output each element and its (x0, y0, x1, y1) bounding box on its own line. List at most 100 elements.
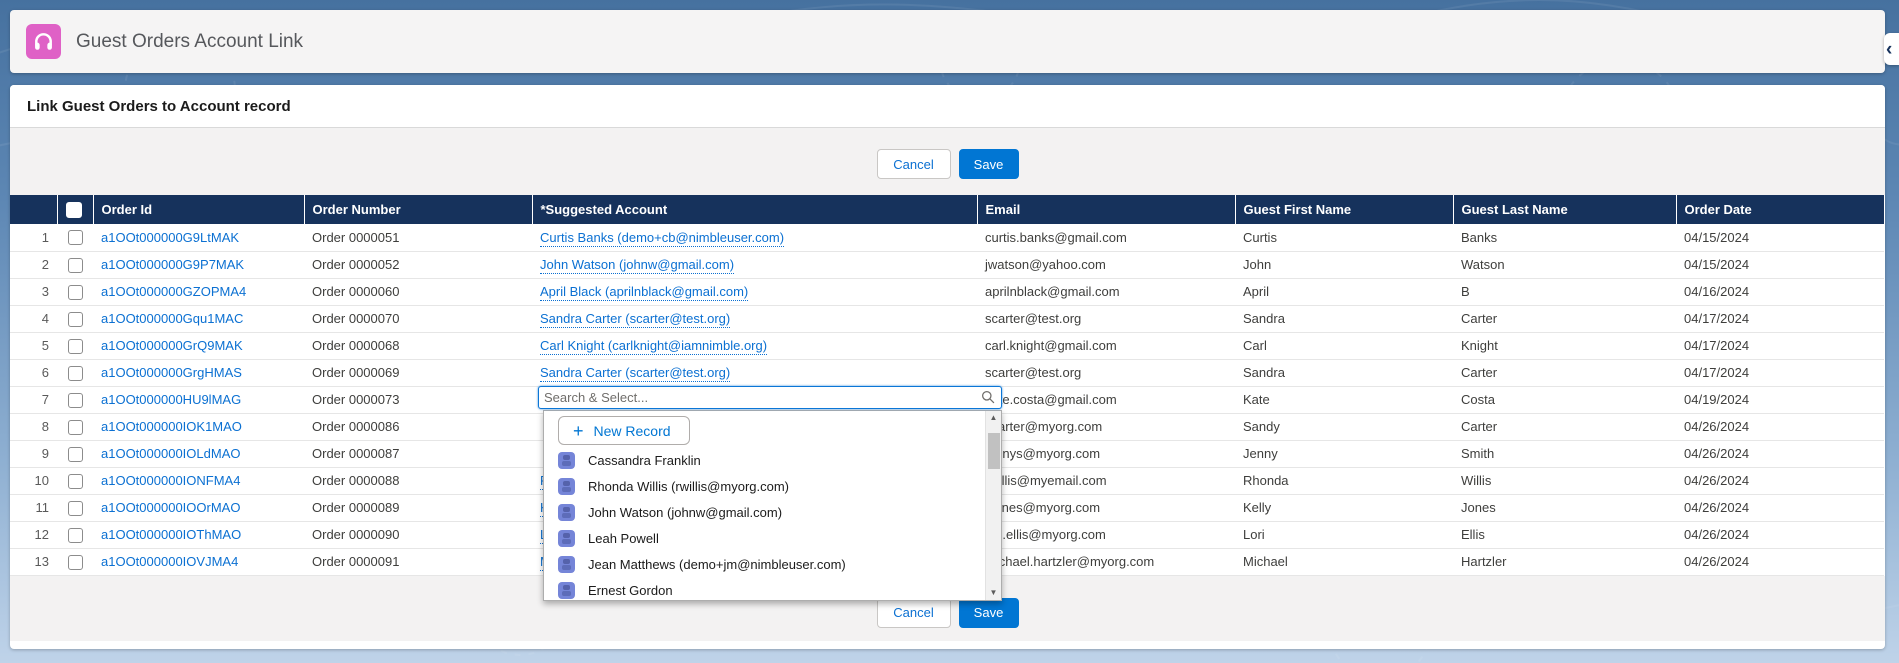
order-date-cell: 04/16/2024 (1676, 278, 1884, 305)
row-checkbox[interactable] (68, 474, 83, 489)
order-id-cell: a1OOt000000HU9lMAG (93, 386, 304, 413)
guest-first-name-cell: Kate (1235, 386, 1453, 413)
lookup-option[interactable]: Leah Powell (544, 525, 985, 551)
suggested-account-link[interactable]: Carl Knight (carlknight@iamnimble.org) (540, 338, 767, 355)
order-number-cell: Order 0000070 (304, 305, 532, 332)
save-button-bottom[interactable]: Save (959, 598, 1019, 628)
order-number-cell: Order 0000060 (304, 278, 532, 305)
order-date-cell: 04/15/2024 (1676, 251, 1884, 278)
scroll-up-icon[interactable]: ▲ (990, 411, 998, 425)
row-checkbox[interactable] (68, 285, 83, 300)
suggested-account-link[interactable]: Curtis Banks (demo+cb@nimbleuser.com) (540, 230, 784, 247)
guest-last-name-cell: Watson (1453, 251, 1676, 278)
row-checkbox[interactable] (68, 420, 83, 435)
lookup-scrollbar[interactable]: ▲ ▼ (985, 411, 1001, 600)
order-table-header: Order Id Order Number *Suggested Account… (10, 195, 1884, 224)
lookup-option-label: Ernest Gordon (588, 583, 673, 598)
top-action-bar: Cancel Save (10, 128, 1885, 195)
collapse-panel-button[interactable]: ‹ (1884, 33, 1899, 65)
row-checkbox-cell (57, 467, 93, 494)
order-id-link[interactable]: a1OOt000000IOThMAO (101, 527, 241, 542)
row-number: 7 (10, 386, 57, 413)
lookup-options: Cassandra Franklin Rhonda Willis (rwillis… (544, 447, 985, 600)
table-row: 2a1OOt000000G9P7MAKOrder 0000052John Wat… (10, 251, 1884, 278)
suggested-account-link[interactable]: Sandra Carter (scarter@test.org) (540, 365, 730, 382)
guest-first-name-cell: Sandra (1235, 359, 1453, 386)
column-header-guest-first-name: Guest First Name (1235, 195, 1453, 224)
scroll-down-icon[interactable]: ▼ (990, 586, 998, 600)
row-number: 6 (10, 359, 57, 386)
order-id-link[interactable]: a1OOt000000GrQ9MAK (101, 338, 243, 353)
scrollbar-thumb[interactable] (988, 433, 1000, 469)
order-date-cell: 04/17/2024 (1676, 359, 1884, 386)
suggested-account-cell: Curtis Banks (demo+cb@nimbleuser.com) (532, 224, 977, 251)
lookup-option-label: Cassandra Franklin (588, 453, 701, 468)
guest-last-name-cell: Carter (1453, 305, 1676, 332)
row-checkbox[interactable] (68, 447, 83, 462)
email-cell: jennys@myorg.com (977, 440, 1235, 467)
lookup-option[interactable]: Ernest Gordon (544, 577, 985, 600)
order-date-cell: 04/19/2024 (1676, 386, 1884, 413)
guest-last-name-cell: Smith (1453, 440, 1676, 467)
lookup-option-label: John Watson (johnw@gmail.com) (588, 505, 782, 520)
email-cell: scarter@test.org (977, 359, 1235, 386)
lookup-panel-body: + New Record Cassandra Franklin Rhonda Wi… (544, 411, 985, 600)
guest-first-name-cell: Carl (1235, 332, 1453, 359)
row-checkbox[interactable] (68, 501, 83, 516)
order-id-cell: a1OOt000000IOVJMA4 (93, 548, 304, 575)
order-id-link[interactable]: a1OOt000000IOK1MAO (101, 419, 242, 434)
cancel-button-top[interactable]: Cancel (877, 149, 951, 179)
row-checkbox[interactable] (68, 555, 83, 570)
guest-first-name-cell: Sandy (1235, 413, 1453, 440)
page-background: { "colors": { "accent": "#0176d3", "navy… (0, 0, 1899, 663)
row-checkbox[interactable] (68, 312, 83, 327)
row-checkbox-cell (57, 332, 93, 359)
save-button-top[interactable]: Save (959, 149, 1019, 179)
lookup-search-input[interactable] (538, 386, 1002, 409)
order-id-link[interactable]: a1OOt000000G9LtMAK (101, 230, 239, 245)
lookup-option[interactable]: John Watson (johnw@gmail.com) (544, 499, 985, 525)
order-id-link[interactable]: a1OOt000000IOVJMA4 (101, 554, 238, 569)
order-date-cell: 04/26/2024 (1676, 413, 1884, 440)
row-checkbox[interactable] (68, 393, 83, 408)
row-checkbox-cell (57, 305, 93, 332)
order-id-link[interactable]: a1OOt000000IONFMA4 (101, 473, 240, 488)
order-number-cell: Order 0000090 (304, 521, 532, 548)
new-record-button[interactable]: + New Record (558, 416, 690, 445)
order-id-link[interactable]: a1OOt000000G9P7MAK (101, 257, 244, 272)
row-checkbox[interactable] (68, 528, 83, 543)
order-id-cell: a1OOt000000IOOrMAO (93, 494, 304, 521)
order-id-link[interactable]: a1OOt000000HU9lMAG (101, 392, 241, 407)
suggested-account-link[interactable]: Sandra Carter (scarter@test.org) (540, 311, 730, 328)
lookup-option[interactable]: Rhonda Willis (rwillis@myorg.com) (544, 473, 985, 499)
lookup-option[interactable]: Jean Matthews (demo+jm@nimbleuser.com) (544, 551, 985, 577)
order-id-link[interactable]: a1OOt000000IOLdMAO (101, 446, 240, 461)
order-date-cell: 04/17/2024 (1676, 305, 1884, 332)
cancel-button-bottom[interactable]: Cancel (877, 598, 951, 628)
suggested-account-link[interactable]: April Black (aprilnblack@gmail.com) (540, 284, 748, 301)
row-number: 1 (10, 224, 57, 251)
row-number: 8 (10, 413, 57, 440)
order-number-cell: Order 0000091 (304, 548, 532, 575)
row-checkbox[interactable] (68, 258, 83, 273)
column-header-order-id: Order Id (93, 195, 304, 224)
guest-first-name-cell: Michael (1235, 548, 1453, 575)
row-checkbox[interactable] (68, 366, 83, 381)
suggested-account-cell: April Black (aprilnblack@gmail.com) (532, 278, 977, 305)
table-row: 1a1OOt000000G9LtMAKOrder 0000051Curtis B… (10, 224, 1884, 251)
row-checkbox[interactable] (68, 339, 83, 354)
account-avatar-icon (558, 530, 575, 547)
select-all-checkbox[interactable] (66, 202, 82, 218)
row-checkbox[interactable] (68, 230, 83, 245)
suggested-account-cell: Carl Knight (carlknight@iamnimble.org) (532, 332, 977, 359)
guest-last-name-cell: Carter (1453, 413, 1676, 440)
order-id-cell: a1OOt000000GrgHMAS (93, 359, 304, 386)
order-date-cell: 04/26/2024 (1676, 521, 1884, 548)
order-id-link[interactable]: a1OOt000000IOOrMAO (101, 500, 240, 515)
order-id-link[interactable]: a1OOt000000GZOPMA4 (101, 284, 246, 299)
suggested-account-link[interactable]: John Watson (johnw@gmail.com) (540, 257, 734, 274)
order-id-link[interactable]: a1OOt000000Gqu1MAC (101, 311, 243, 326)
order-id-link[interactable]: a1OOt000000GrgHMAS (101, 365, 242, 380)
lookup-option[interactable]: Cassandra Franklin (544, 447, 985, 473)
suggested-account-cell: Sandra Carter (scarter@test.org) (532, 359, 977, 386)
